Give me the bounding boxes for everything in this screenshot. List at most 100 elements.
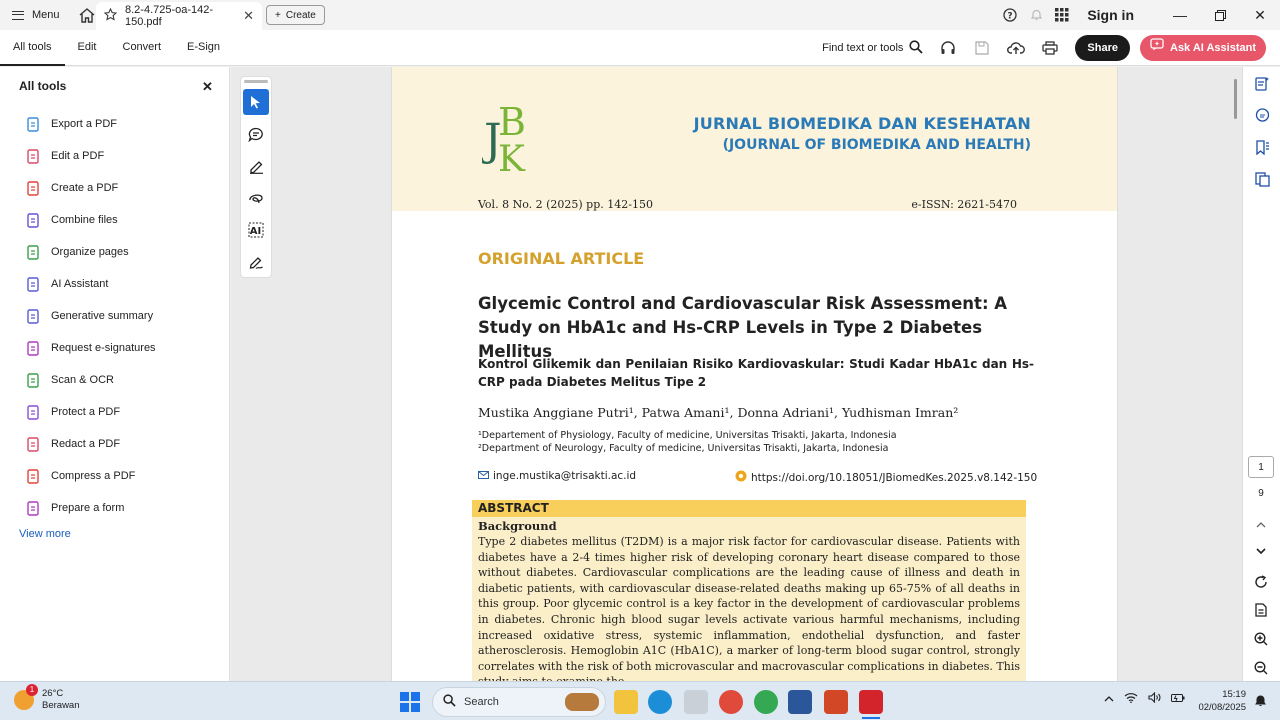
- tool-item-redact-pdf[interactable]: Redact a PDF: [0, 428, 229, 460]
- help-icon[interactable]: ?: [997, 0, 1023, 30]
- article-title-id: Kontrol Glikemik dan Penilaian Risiko Ka…: [478, 357, 1034, 389]
- bookmarks-icon[interactable]: [1243, 131, 1280, 163]
- tab-edit[interactable]: Edit: [65, 30, 110, 66]
- author-email[interactable]: inge.mustika@trisakti.ac.id: [478, 470, 636, 482]
- tool-item-edit-pdf[interactable]: Edit a PDF: [0, 140, 229, 172]
- tool-item-request-esignatures[interactable]: Request e-signatures: [0, 332, 229, 364]
- clock[interactable]: 15:19 02/08/2025: [1196, 688, 1246, 714]
- share-button[interactable]: Share: [1075, 35, 1130, 61]
- tab-convert[interactable]: Convert: [110, 30, 175, 66]
- edge-browser-icon[interactable]: [648, 690, 672, 714]
- wifi-icon[interactable]: [1124, 692, 1138, 706]
- maximize-button[interactable]: [1200, 0, 1240, 30]
- panel-title: All tools: [19, 79, 67, 93]
- thumbnails-icon[interactable]: [1243, 163, 1280, 195]
- comment-icon[interactable]: [243, 121, 269, 147]
- word-icon[interactable]: [788, 690, 812, 714]
- create-button[interactable]: + Create: [266, 5, 325, 25]
- store-app-icon[interactable]: [684, 690, 708, 714]
- page-fit-icon[interactable]: [1248, 599, 1274, 621]
- document-tab[interactable]: 8.2-4.725-oa-142-150.pdf ✕: [96, 2, 262, 30]
- apps-grid-icon[interactable]: [1049, 0, 1075, 30]
- tool-item-label: Protect a PDF: [51, 406, 121, 418]
- tool-item-scan-ocr[interactable]: Scan & OCR: [0, 364, 229, 396]
- weather-condition: Berawan: [42, 700, 80, 711]
- doi-icon: [735, 470, 747, 485]
- article-title-en: Glycemic Control and Cardiovascular Risk…: [478, 294, 1008, 361]
- vertical-scrollbar[interactable]: [1230, 67, 1242, 681]
- svg-text:AI: AI: [250, 226, 261, 237]
- chrome-icon[interactable]: [754, 690, 778, 714]
- hamburger-icon: [12, 10, 24, 20]
- tool-item-protect-pdf[interactable]: Protect a PDF: [0, 396, 229, 428]
- system-tray: [1104, 691, 1185, 706]
- draw-freehand-icon[interactable]: [243, 185, 269, 211]
- print-icon[interactable]: [1035, 33, 1065, 63]
- tool-item-create-pdf[interactable]: Create a PDF: [0, 172, 229, 204]
- tab-all-tools[interactable]: All tools: [0, 30, 65, 66]
- rotate-icon[interactable]: [1248, 571, 1274, 593]
- tool-item-export-pdf[interactable]: Export a PDF: [0, 108, 229, 140]
- close-window-button[interactable]: ✕: [1240, 0, 1280, 30]
- current-page-input[interactable]: 1: [1248, 456, 1274, 478]
- weather-widget[interactable]: 1 26°C Berawan: [14, 684, 80, 712]
- zoom-in-icon[interactable]: [1248, 628, 1274, 650]
- pdf-page[interactable]: J B K JURNAL BIOMEDIKA DAN KESEHATAN (JO…: [391, 67, 1118, 681]
- view-more-link[interactable]: View more: [19, 528, 71, 540]
- drag-handle[interactable]: [244, 80, 268, 83]
- tool-item-label: Combine files: [51, 214, 118, 226]
- ask-ai-assistant-button[interactable]: Ask AI Assistant: [1140, 35, 1266, 61]
- battery-icon[interactable]: [1171, 693, 1185, 706]
- sign-pen-icon[interactable]: [243, 249, 269, 275]
- article-type: ORIGINAL ARTICLE: [478, 249, 645, 268]
- abstract-body: Background Type 2 diabetes mellitus (T2D…: [472, 517, 1026, 681]
- comments-panel-icon[interactable]: [1243, 99, 1280, 131]
- taskbar-search[interactable]: Search: [432, 687, 606, 717]
- minimize-button[interactable]: —: [1160, 0, 1200, 30]
- authors: Mustika Anggiane Putri¹, Patwa Amani¹, D…: [478, 405, 959, 420]
- svg-text:B: B: [498, 100, 526, 144]
- file-explorer-icon[interactable]: [614, 690, 638, 714]
- volume-icon[interactable]: [1148, 691, 1161, 706]
- tool-item-prepare-form[interactable]: Prepare a form: [0, 492, 229, 524]
- tool-item-organize-pages[interactable]: Organize pages: [0, 236, 229, 268]
- acrobat-icon[interactable]: [859, 690, 883, 714]
- close-panel-icon[interactable]: ✕: [202, 79, 213, 95]
- star-icon[interactable]: [103, 7, 118, 24]
- page-down-icon[interactable]: [1248, 540, 1274, 562]
- text-recognize-icon[interactable]: AI: [243, 217, 269, 243]
- save-icon[interactable]: [967, 33, 997, 63]
- tool-item-generative-summary[interactable]: Generative summary: [0, 300, 229, 332]
- sign-in-link[interactable]: Sign in: [1075, 7, 1160, 23]
- generative-summary-icon[interactable]: [1243, 67, 1280, 99]
- highlight-pen-icon[interactable]: [243, 153, 269, 179]
- tab-esign[interactable]: E-Sign: [174, 30, 233, 66]
- weather-icon: 1: [14, 684, 38, 710]
- total-pages: 9: [1258, 488, 1264, 499]
- issn: e-ISSN: 2621-5470: [911, 198, 1017, 211]
- close-tab-icon[interactable]: ✕: [243, 8, 254, 24]
- read-aloud-icon[interactable]: [933, 33, 963, 63]
- page-up-icon[interactable]: [1248, 514, 1274, 536]
- chevron-up-icon[interactable]: [1104, 693, 1114, 705]
- upload-cloud-icon[interactable]: [1001, 33, 1031, 63]
- organize-pages-icon: [26, 244, 41, 260]
- notification-icon[interactable]: [1254, 694, 1267, 710]
- tool-item-compress-pdf[interactable]: Compress a PDF: [0, 460, 229, 492]
- chrome-profile-icon[interactable]: [719, 690, 743, 714]
- windows-start-icon[interactable]: [400, 692, 420, 712]
- bell-icon[interactable]: [1023, 0, 1049, 30]
- export-pdf-icon: [26, 116, 41, 132]
- scrollbar-thumb[interactable]: [1234, 79, 1237, 119]
- menu-button[interactable]: Menu: [0, 0, 72, 30]
- select-cursor-icon[interactable]: [243, 89, 269, 115]
- create-pdf-icon: [26, 180, 41, 196]
- tool-item-combine-files[interactable]: Combine files: [0, 204, 229, 236]
- tool-item-ai-assistant[interactable]: AI Assistant: [0, 268, 229, 300]
- find-text-tools[interactable]: Find text or tools: [822, 39, 924, 57]
- affiliation-2: ²Department of Neurology, Faculty of med…: [478, 443, 889, 454]
- redact-pdf-icon: [26, 436, 41, 452]
- zoom-out-icon[interactable]: [1248, 657, 1274, 679]
- powerpoint-icon[interactable]: [824, 690, 848, 714]
- doi-link[interactable]: https://doi.org/10.18051/JBiomedKes.2025…: [735, 470, 1037, 485]
